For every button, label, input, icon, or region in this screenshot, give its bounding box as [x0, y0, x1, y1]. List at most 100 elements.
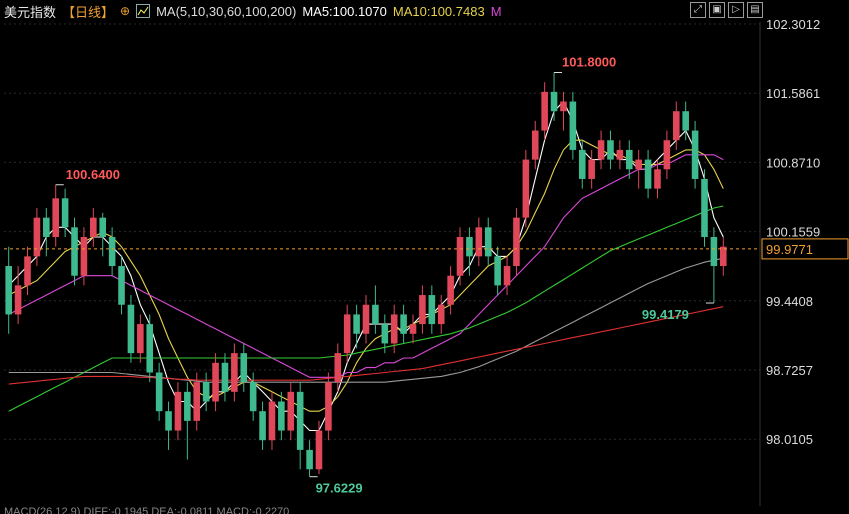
candle-down [494, 256, 501, 286]
candle-up [80, 237, 88, 276]
candle-down [221, 362, 229, 392]
candle-up [456, 237, 464, 276]
candle-down [607, 140, 614, 160]
layout-icon[interactable]: ▤ [747, 2, 763, 18]
candle-down [146, 324, 154, 373]
chart-toolbar: ⤢ ▣ ▷ ▤ [690, 2, 763, 18]
period-selector[interactable]: 【日线】 [62, 2, 114, 21]
candle-down [259, 411, 266, 441]
expand-icon[interactable]: ⤢ [690, 2, 706, 18]
candle-down [165, 411, 172, 431]
next-icon[interactable]: ▷ [728, 2, 744, 18]
y-tick-label: 98.0105 [766, 432, 813, 447]
settings-icon[interactable]: ⊕ [120, 4, 130, 18]
annotation-label: 100.6400 [66, 167, 120, 182]
candle-down [127, 304, 135, 354]
annotation-label: 101.8000 [562, 55, 616, 70]
y-tick-label: 100.8710 [766, 155, 820, 170]
restore-icon[interactable]: ▣ [709, 2, 725, 18]
candle-up [447, 275, 454, 305]
ma30-line [8, 154, 724, 378]
candle-down [682, 111, 689, 131]
y-tick-label: 101.5861 [766, 86, 820, 101]
candle-up [174, 391, 182, 431]
current-price-label: 99.9771 [766, 242, 813, 257]
candle-up [475, 227, 483, 257]
candle-up [531, 130, 539, 160]
candle-down [569, 101, 577, 150]
candle-down [400, 314, 407, 334]
candle-down [278, 401, 285, 431]
candle-up [231, 353, 238, 392]
ma-indicator-icon[interactable] [136, 4, 151, 18]
candle-down [625, 149, 633, 170]
candle-up [390, 314, 398, 344]
candle-down [43, 217, 50, 238]
candle-down [155, 372, 163, 412]
candle-up [419, 295, 426, 325]
candle-down [578, 149, 586, 179]
candle-down [306, 449, 313, 470]
candle-up [588, 159, 595, 179]
candle-up [560, 101, 567, 112]
candle-up [52, 198, 60, 238]
candle-down [691, 130, 699, 179]
candle-up [616, 149, 624, 160]
candle-up [635, 159, 642, 170]
candle-up [325, 382, 332, 431]
y-tick-label: 99.4408 [766, 294, 813, 309]
y-tick-label: 100.1559 [766, 225, 820, 240]
candle-down [118, 266, 125, 305]
grid-lines [4, 22, 761, 506]
candle-down [710, 237, 718, 267]
candle-down [381, 324, 389, 344]
candle-up [315, 430, 323, 470]
candle-up [193, 382, 201, 421]
ma30-value: M [490, 3, 502, 19]
y-axis: 102.3012101.5861100.8710100.155999.44089… [761, 17, 849, 447]
ma5-value: MA5:100.1070 [302, 3, 387, 19]
candle-down [550, 91, 558, 112]
ma-params[interactable]: MA(5,10,30,60,100,200) [156, 4, 296, 19]
y-tick-label: 98.7257 [766, 363, 813, 378]
candle-up [522, 159, 530, 218]
candle-up [663, 140, 671, 170]
candle-up [672, 111, 680, 141]
candle-up [437, 304, 445, 325]
candle-down [249, 382, 257, 412]
candle-down [372, 304, 379, 325]
candle-up [541, 91, 548, 131]
candle-down [108, 237, 116, 267]
candle-up [212, 362, 219, 402]
candle-up [362, 304, 370, 334]
candle-up [597, 140, 605, 160]
candle-up [343, 314, 351, 354]
candle-up [287, 391, 295, 431]
candle-up [137, 324, 144, 354]
candle-up [14, 285, 22, 315]
instrument-title: 美元指数 [4, 4, 57, 20]
candle-up [409, 324, 417, 334]
candle-up [503, 266, 511, 286]
annotation-label: 97.6229 [316, 481, 363, 496]
candle-down [184, 391, 191, 421]
candle-up [513, 217, 520, 267]
candle-up [720, 246, 727, 267]
candle-up [33, 217, 41, 257]
candle-up [90, 217, 97, 238]
candle-down [484, 227, 492, 257]
annotation-label: 99.4179 [642, 307, 689, 322]
moving-average-lines [8, 100, 724, 432]
candle-down [61, 198, 69, 228]
candlestick-chart[interactable]: 102.3012101.5861100.8710100.155999.44089… [0, 0, 849, 514]
candle-down [353, 314, 360, 334]
candle-up [268, 401, 276, 441]
candle-down [99, 217, 107, 238]
candle-down [644, 159, 652, 189]
price-annotations: 100.6400 97.6229 101.8000 99.4179 [55, 55, 714, 496]
ma10-value: MA10:100.7483 [392, 3, 485, 19]
macd-indicator-bar: MACD(26,12,9) DIFF:-0.1945 DEA:-0.0811 M… [4, 506, 290, 514]
candle-down [240, 353, 248, 383]
candle-down [202, 382, 210, 402]
candle-up [334, 353, 342, 383]
